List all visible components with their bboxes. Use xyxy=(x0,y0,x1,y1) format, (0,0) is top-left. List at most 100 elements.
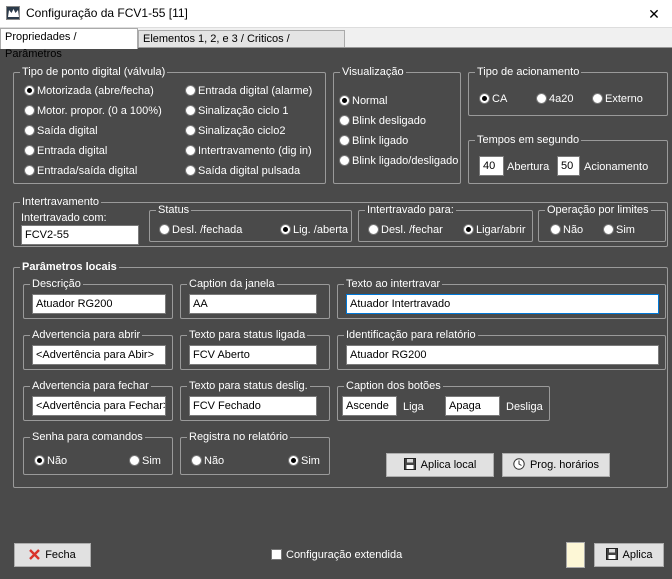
group-intertravamento: Intertravamento Intertravado com: FCV2-5… xyxy=(13,195,668,247)
radio-tipo-2[interactable]: Saída digital xyxy=(24,124,98,138)
radio-tipo-9[interactable]: Saída digital pulsada xyxy=(185,164,300,178)
radio-registra-sim[interactable]: Sim xyxy=(288,454,320,468)
group-acionamento: Tipo de acionamento CA 4a20 Externo xyxy=(468,65,668,116)
radio-acion-4a20[interactable]: 4a20 xyxy=(536,92,573,106)
status-ligada-input[interactable]: FCV Aberto xyxy=(189,345,317,365)
radio-label: Desl. /fechada xyxy=(172,224,243,236)
group-title: Identificação para relatório xyxy=(344,328,478,342)
config-estendida-label: Configuração extendida xyxy=(286,549,403,561)
status-deslig-input[interactable]: FCV Fechado xyxy=(189,396,317,416)
group-adv-abrir: Advertencia para abrir <Advertência para… xyxy=(23,328,173,370)
radio-label: Entrada/saída digital xyxy=(37,165,138,177)
close-x-icon xyxy=(29,546,41,568)
tab-elementos[interactable]: Elementos 1, 2, e 3 / Criticos / Endereç… xyxy=(138,30,345,62)
radio-label: Sim xyxy=(142,455,161,467)
descricao-input[interactable]: Atuador RG200 xyxy=(32,294,166,314)
group-texto-intertravar: Texto ao intertravar Atuador Intertravad… xyxy=(337,277,666,319)
acionamento-input[interactable]: 50 xyxy=(557,156,580,176)
clock-icon xyxy=(513,456,525,478)
caption-liga-input[interactable]: Ascende xyxy=(342,396,397,416)
group-caption-janela: Caption da janela AA xyxy=(180,277,330,319)
radio-acion-ca[interactable]: CA xyxy=(479,92,507,106)
caption-desliga-input[interactable]: Apaga xyxy=(445,396,500,416)
group-senha-comandos: Senha para comandos Não Sim xyxy=(23,430,173,475)
radio-vis-blink-ligado-desligado[interactable]: Blink ligado/desligado xyxy=(339,154,458,168)
radio-senha-nao[interactable]: Não xyxy=(34,454,67,468)
radio-tipo-3[interactable]: Entrada digital xyxy=(24,144,107,158)
radio-label: Não xyxy=(47,455,68,467)
aplica-button[interactable]: Aplica xyxy=(594,543,664,567)
tab-propriedades[interactable]: Propriedades / Parâmetros xyxy=(0,28,138,60)
group-title: Intertravamento xyxy=(20,195,102,209)
config-estendida-checkbox[interactable]: Configuração extendida xyxy=(271,548,402,562)
aplica-local-button[interactable]: Aplica local xyxy=(386,453,494,477)
radio-vis-normal[interactable]: Normal xyxy=(339,94,387,108)
radio-label: Entrada digital xyxy=(37,145,108,157)
radio-status-desl[interactable]: Desl. /fechada xyxy=(159,223,242,237)
radio-para-desl[interactable]: Desl. /fechar xyxy=(368,223,443,237)
floppy-disk-icon xyxy=(605,546,618,568)
group-intertravado-para: Intertravado para: Desl. /fechar Ligar/a… xyxy=(358,203,533,242)
radio-label: Motor. propor. (0 a 100%) xyxy=(37,105,162,117)
adv-abrir-input[interactable]: <Advertência para Abir> xyxy=(32,345,166,365)
radio-para-ligar[interactable]: Ligar/abrir xyxy=(463,223,526,237)
abertura-input[interactable]: 40 xyxy=(479,156,504,176)
radio-label: Lig. /aberta xyxy=(293,224,349,236)
radio-label: Blink ligado xyxy=(352,135,409,147)
radio-limites-nao[interactable]: Não xyxy=(550,223,583,237)
radio-label: Normal xyxy=(352,95,388,107)
radio-label: Sinalização ciclo2 xyxy=(198,125,286,137)
caption-janela-input[interactable]: AA xyxy=(189,294,317,314)
texto-intertravar-input[interactable]: Atuador Intertravado xyxy=(346,294,659,314)
main-panel: Tipo de ponto digital (válvula) Motoriza… xyxy=(0,47,672,527)
group-title: Status xyxy=(156,203,192,217)
radio-label: 4a20 xyxy=(549,93,574,105)
group-title: Descrição xyxy=(30,277,83,291)
group-title: Tipo de ponto digital (válvula) xyxy=(20,65,168,79)
adv-fechar-input[interactable]: <Advertência para Fechar> xyxy=(32,396,166,416)
aplica-label: Aplica xyxy=(622,549,653,561)
group-operacao-limites: Operação por limites Não Sim xyxy=(538,203,666,242)
radio-tipo-8[interactable]: Intertravamento (dig in) xyxy=(185,144,312,158)
radio-tipo-4[interactable]: Entrada/saída digital xyxy=(24,164,137,178)
radio-tipo-1[interactable]: Motor. propor. (0 a 100%) xyxy=(24,104,162,118)
group-title: Visualização xyxy=(340,65,406,79)
intertravado-com-input[interactable]: FCV2-55 xyxy=(21,225,139,245)
radio-status-lig[interactable]: Lig. /aberta xyxy=(280,223,348,237)
group-parametros-locais: Parâmetros locais Descrição Atuador RG20… xyxy=(13,260,668,488)
group-title: Registra no relatório xyxy=(187,430,291,444)
close-icon[interactable]: ✕ xyxy=(642,4,666,24)
radio-registra-nao[interactable]: Não xyxy=(191,454,224,468)
radio-label: Blink ligado/desligado xyxy=(352,155,459,167)
radio-label: Saída digital xyxy=(37,125,98,137)
abertura-label: Abertura xyxy=(507,161,550,173)
radio-vis-blink-ligado[interactable]: Blink ligado xyxy=(339,134,408,148)
group-registra-relatorio: Registra no relatório Não Sim xyxy=(180,430,330,475)
radio-tipo-7[interactable]: Sinalização ciclo2 xyxy=(185,124,285,138)
fecha-button[interactable]: Fecha xyxy=(14,543,91,567)
group-title: Advertencia para fechar xyxy=(30,379,151,393)
radio-tipo-5[interactable]: Entrada digital (alarme) xyxy=(185,84,312,98)
color-swatch[interactable] xyxy=(566,542,585,568)
group-tempos: Tempos em segundo 40 Abertura 50 Acionam… xyxy=(468,133,668,184)
radio-vis-blink-desligado[interactable]: Blink desligado xyxy=(339,114,426,128)
radio-senha-sim[interactable]: Sim xyxy=(129,454,161,468)
checkbox-box xyxy=(271,549,282,560)
app-crown-icon xyxy=(6,6,20,20)
group-status: Status Desl. /fechada Lig. /aberta xyxy=(149,203,352,242)
footer: Fecha Configuração extendida Aplica xyxy=(0,527,672,579)
ident-relatorio-input[interactable]: Atuador RG200 xyxy=(346,345,659,365)
group-title: Texto para status ligada xyxy=(187,328,308,342)
group-title: Parâmetros locais xyxy=(20,260,119,274)
radio-acion-externo[interactable]: Externo xyxy=(592,92,643,106)
radio-label: Sim xyxy=(301,455,320,467)
radio-label: Desl. /fechar xyxy=(381,224,443,236)
group-title: Senha para comandos xyxy=(30,430,145,444)
radio-limites-sim[interactable]: Sim xyxy=(603,223,635,237)
prog-horarios-button[interactable]: Prog. horários xyxy=(502,453,610,477)
radio-tipo-0[interactable]: Motorizada (abre/fecha) xyxy=(24,84,154,98)
radio-label: Externo xyxy=(605,93,643,105)
radio-tipo-6[interactable]: Sinalização ciclo 1 xyxy=(185,104,289,118)
radio-label: Ligar/abrir xyxy=(476,224,526,236)
group-adv-fechar: Advertencia para fechar <Advertência par… xyxy=(23,379,173,421)
